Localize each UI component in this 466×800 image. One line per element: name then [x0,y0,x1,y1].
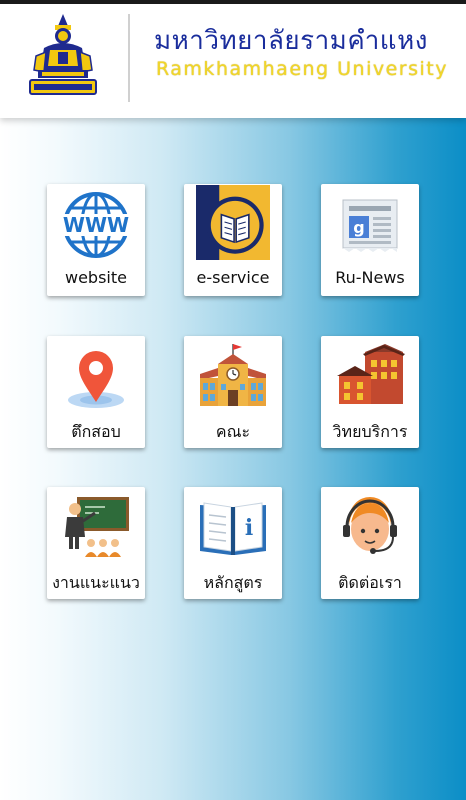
menu-tile-curriculum[interactable]: i หลักสูตร [184,487,282,599]
teacher-classroom-icon [65,497,129,557]
newspaper-icon: g [342,199,398,252]
svg-text:WWW: WWW [63,213,129,237]
svg-text:g: g [353,218,364,237]
www-globe-icon: WWW [61,192,131,258]
menu-tile-e-service[interactable]: e-service [184,184,282,296]
university-name-thai: มหาวิทยาลัยรามคำแหง [154,26,428,56]
university-name-english: Ramkhamhaeng University [156,58,448,80]
university-seal-icon [29,14,97,95]
status-strip [0,0,466,4]
menu-label: ตึกสอบ [71,422,121,441]
e-service-book-icon [196,185,270,260]
info-book-icon: i [200,502,266,555]
menu-label: e-service [196,268,270,287]
menu-tile-exam-building[interactable]: ตึกสอบ [47,336,145,448]
menu-tile-ru-news[interactable]: g Ru-News [321,184,419,296]
header-divider [128,14,130,102]
menu-label: website [65,268,127,287]
menu-tile-academic-services[interactable]: วิทยบริการ [321,336,419,448]
menu-tile-website[interactable]: WWW website [47,184,145,296]
school-building-icon [200,344,266,406]
menu-label: ติดต่อเรา [338,573,402,592]
menu-tile-guidance[interactable]: งานแนะแนว [47,487,145,599]
buildings-icon [337,344,405,404]
menu-label: Ru-News [335,268,405,287]
menu-tile-faculty[interactable]: คณะ [184,336,282,448]
support-agent-icon [343,497,397,554]
app-header: มหาวิทยาลัยรามคำแหง Ramkhamhaeng Univers… [0,0,466,118]
svg-text:i: i [245,515,253,541]
menu-label: คณะ [215,422,251,441]
menu-label: งานแนะแนว [52,573,140,592]
map-pin-icon [68,351,124,408]
menu-label: หลักสูตร [203,573,263,592]
menu-tile-contact-us[interactable]: ติดต่อเรา [321,487,419,599]
menu-label: วิทยบริการ [332,422,408,441]
